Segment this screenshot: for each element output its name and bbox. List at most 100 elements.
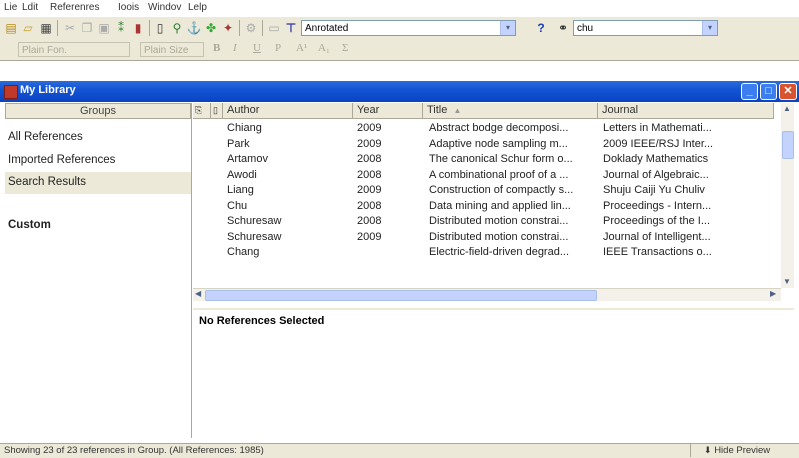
table-row[interactable]: Chang Electric-field-driven degrad... IEEE… — [193, 246, 781, 262]
format-paper-icon[interactable]: ▮ — [130, 20, 146, 36]
cell-author: Chiang — [227, 122, 262, 134]
attachment-column-icon[interactable]: ⎘ — [193, 103, 211, 119]
table-row[interactable]: Artamov 2008 The canonical Schur form o...… — [193, 153, 781, 169]
table-row[interactable]: Park 2009 Adaptive node sampling m... 2009 … — [193, 138, 781, 154]
plain-button[interactable]: P — [275, 42, 281, 54]
scroll-right-icon[interactable]: ▶ — [770, 289, 776, 298]
menu-bar: Lie Ldit Referenres Ioois Windov Lelp — [0, 0, 799, 17]
cell-title: Distributed motion constrai... — [429, 230, 569, 243]
scroll-down-icon[interactable]: ▼ — [783, 277, 791, 286]
attach-icon[interactable]: ⚙ — [243, 20, 259, 36]
toolbar-separator — [239, 20, 240, 36]
scroll-up-icon[interactable]: ▲ — [783, 104, 791, 113]
find-references-icon[interactable]: ⚲ — [169, 20, 185, 36]
groups-header[interactable]: Groups — [5, 103, 191, 119]
column-author[interactable]: Author — [223, 103, 353, 119]
cut-icon[interactable]: ✂ — [62, 20, 78, 36]
quick-search-combo[interactable]: chu ▾ — [573, 20, 718, 36]
cell-journal: IEEE Transactions o... — [603, 246, 712, 258]
cell-year: 2008 — [357, 215, 382, 227]
font-combo[interactable]: Plain Fon. — [18, 42, 130, 57]
chevron-down-icon[interactable]: ▾ — [500, 21, 515, 35]
column-year[interactable]: Year — [353, 103, 423, 119]
binoculars-icon[interactable]: ⚭ — [555, 20, 571, 36]
output-style-icon[interactable]: ⊤ — [283, 20, 299, 36]
cell-year: 2009 — [357, 184, 382, 196]
window-title: My Library — [20, 84, 76, 96]
italic-button[interactable]: I — [233, 42, 237, 54]
paste-icon[interactable]: ▣ — [96, 20, 112, 36]
table-row[interactable]: Chiang 2009 Abstract bodge decomposi... Let… — [193, 122, 781, 138]
cell-title: Distributed motion constrai... — [429, 215, 569, 227]
hide-preview-button[interactable]: ⬇ Hide Preview — [704, 445, 770, 456]
size-combo[interactable]: Plain Size — [140, 42, 204, 57]
cell-author: Schuresaw — [227, 215, 282, 227]
cell-title: Construction of compactly s... — [429, 184, 574, 196]
superscript-button[interactable]: A¹ — [296, 42, 307, 54]
horizontal-scrollbar[interactable]: ◀ ▶ — [193, 288, 781, 301]
group-search-results[interactable]: Search Results — [8, 176, 86, 188]
maximize-icon[interactable]: □ — [760, 83, 777, 100]
vertical-scroll-thumb[interactable] — [782, 131, 794, 159]
preview-message: No References Selected — [199, 315, 325, 327]
status-bar: Showing 23 of 23 references in Group. (A… — [0, 443, 799, 458]
insert-citation-icon[interactable]: ⁑ — [113, 20, 129, 36]
open-library-icon[interactable]: ▱ — [20, 20, 36, 36]
minimize-icon[interactable]: _ — [741, 83, 758, 100]
print-icon[interactable]: ▦ — [38, 20, 54, 36]
symbol-button[interactable]: Σ — [342, 42, 348, 54]
rating-column-icon[interactable]: ▯ — [211, 103, 223, 119]
table-row[interactable]: Chu 2008 Data mining and applied lin... Pro… — [193, 200, 781, 216]
copy-icon[interactable]: ❐ — [79, 20, 95, 36]
cell-author: Schuresaw — [227, 230, 282, 243]
menu-window[interactable]: Windov — [148, 2, 181, 13]
new-reference-icon[interactable]: ▯ — [152, 20, 168, 36]
group-all-references[interactable]: All References — [8, 131, 83, 143]
table-row[interactable]: Schuresaw 2008 Distributed motion constrai… — [193, 215, 781, 231]
go-to-icon[interactable]: ⚓ — [186, 20, 202, 36]
cell-journal: Journal of Intelligent... — [603, 230, 711, 243]
cell-author: Chang — [227, 246, 260, 258]
subscript-button[interactable]: A₁ — [318, 42, 330, 54]
close-icon[interactable]: ✕ — [779, 83, 797, 100]
table-row[interactable]: Liang 2009 Construction of compactly s... S… — [193, 184, 781, 200]
connect-icon[interactable]: ✤ — [203, 20, 219, 36]
vertical-scrollbar[interactable]: ▲ ▼ — [781, 103, 794, 288]
format-toolbar: Plain Fon. Plain Size B I U P A¹ A₁ Σ — [0, 39, 799, 61]
library-window-titlebar[interactable]: My Library _ □ ✕ — [0, 81, 799, 102]
toolbar-separator — [57, 20, 58, 36]
main-toolbar: ▤ ▱ ▦ ✂ ❐ ▣ ⁑ ▮ ▯ ⚲ ⚓ ✤ ✦ ⚙ ▭ ⊤ Anrotate… — [0, 17, 799, 40]
online-search-icon[interactable]: ✦ — [220, 20, 236, 36]
menu-edit[interactable]: Ldit — [22, 2, 38, 13]
size-value: Plain Size — [144, 45, 189, 56]
table-row[interactable]: Schuresaw 2009 Distributed motion constrai… — [193, 231, 781, 247]
help-icon[interactable]: ? — [533, 20, 549, 36]
toolbar-separator — [149, 20, 150, 36]
horizontal-scroll-thumb[interactable] — [205, 290, 597, 301]
cell-journal: Proceedings of the I... — [603, 215, 711, 227]
output-style-combo[interactable]: Anrotated ▾ — [301, 20, 516, 36]
group-imported-references[interactable]: Imported References — [8, 154, 115, 166]
column-title[interactable]: Title ▲ — [423, 103, 598, 119]
cell-title: Electric-field-driven degrad... — [429, 246, 570, 258]
status-text: Showing 23 of 23 references in Group. (A… — [4, 445, 264, 456]
cell-year: 2008 — [357, 199, 382, 212]
table-row[interactable]: Awodi 2008 A combinational proof of a ... J… — [193, 169, 781, 185]
column-journal[interactable]: Journal — [598, 103, 774, 119]
cell-title: Data mining and applied lin... — [429, 199, 571, 212]
cell-year: 2008 — [357, 168, 382, 181]
underline-button[interactable]: U — [253, 42, 261, 54]
menu-help[interactable]: Lelp — [188, 2, 207, 13]
menu-tools[interactable]: Ioois — [118, 2, 139, 13]
menu-references[interactable]: Referenres — [50, 2, 99, 13]
show-preview-icon[interactable]: ▭ — [266, 20, 282, 36]
new-library-icon[interactable]: ▤ — [3, 20, 19, 36]
cell-author: Artamov — [227, 153, 268, 165]
status-separator — [690, 444, 691, 457]
cell-year: 2009 — [357, 122, 382, 134]
menu-file[interactable]: Lie — [4, 2, 17, 13]
toolbar-separator — [262, 20, 263, 36]
chevron-down-icon[interactable]: ▾ — [702, 21, 717, 35]
scroll-left-icon[interactable]: ◀ — [195, 289, 201, 298]
bold-button[interactable]: B — [213, 42, 220, 54]
